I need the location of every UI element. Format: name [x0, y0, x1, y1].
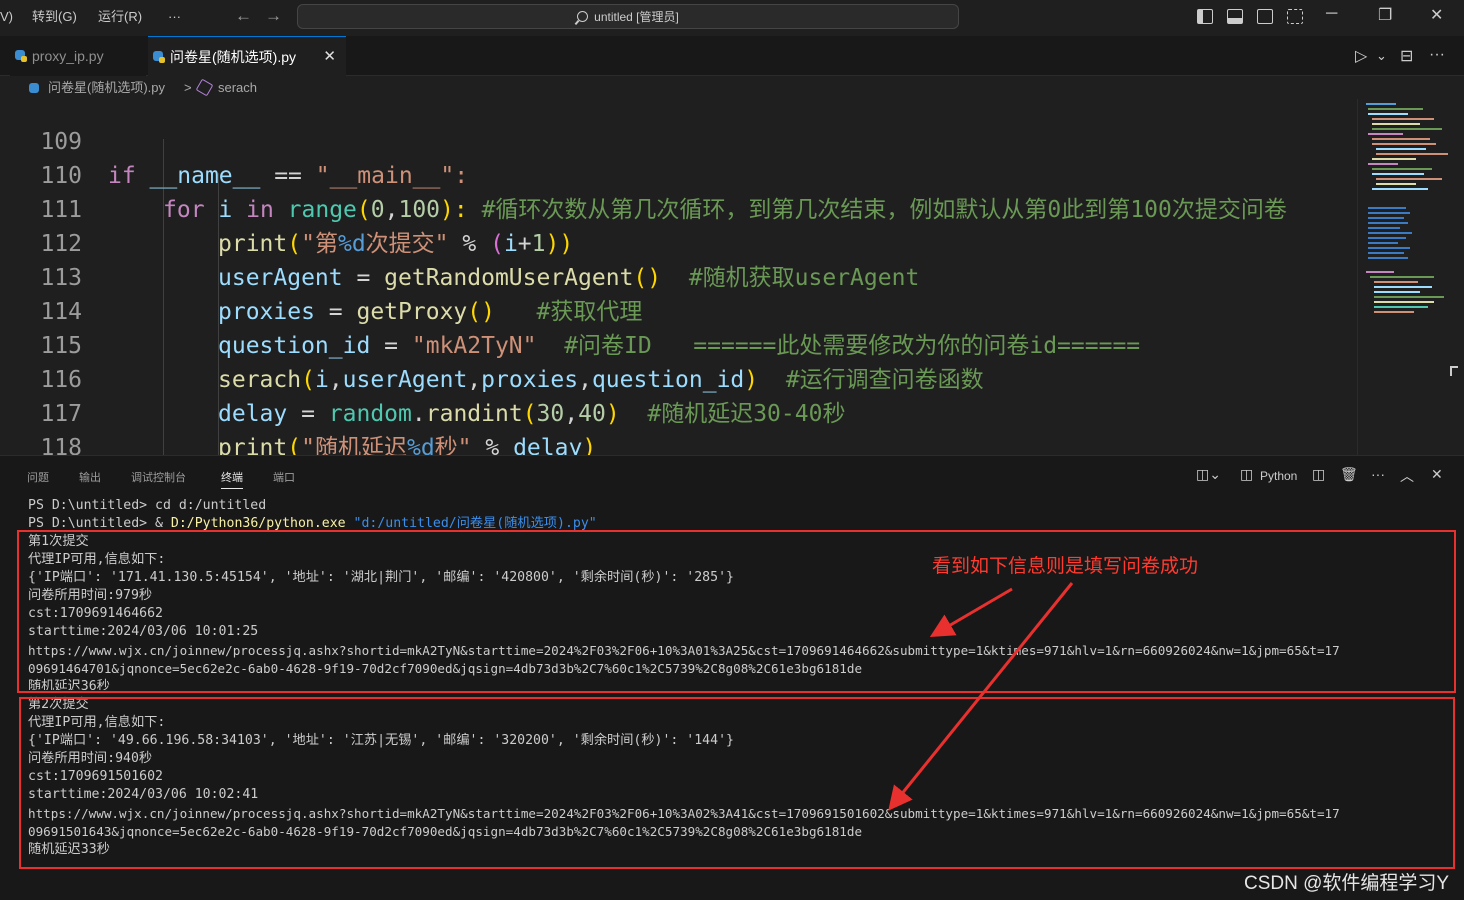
- watermark: CSDN @软件编程学习Y: [1244, 873, 1450, 894]
- arrow-to-second-url: [888, 582, 1074, 811]
- arrow-to-first-url: [929, 587, 1013, 638]
- annotation-text: 看到如下信息则是填写问卷成功: [932, 556, 1199, 577]
- annotation-arrows: [888, 582, 1074, 811]
